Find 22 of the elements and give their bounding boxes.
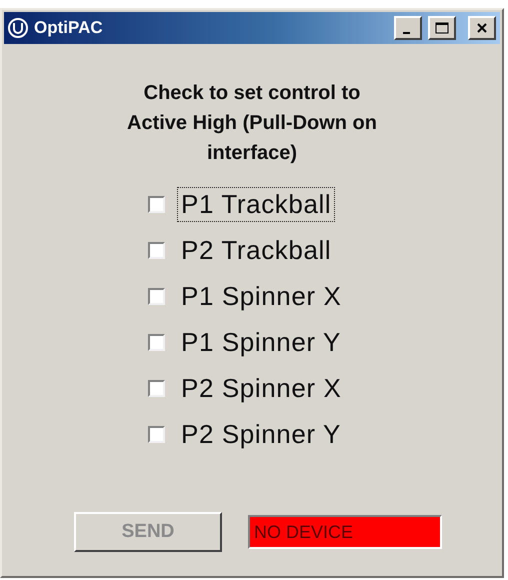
checkbox-label[interactable]: P2 Spinner X [177,370,346,406]
checkbox-label[interactable]: P1 Trackball [177,186,336,222]
checkbox[interactable] [148,288,165,304]
checkbox[interactable] [148,334,165,350]
window-title: OptiPAC [34,18,103,38]
close-icon [476,22,488,34]
checkbox-label[interactable]: P1 Spinner Y [177,324,345,360]
checkbox[interactable] [148,242,165,258]
checkbox[interactable] [148,380,165,396]
checkbox-label[interactable]: P2 Trackball [177,232,336,268]
minimize-icon [402,32,410,34]
checkbox-label[interactable]: P2 Spinner Y [177,416,345,452]
status-indicator: NO DEVICE [248,515,442,549]
maximize-button[interactable] [428,16,456,40]
logo-icon [8,18,28,38]
checkbox[interactable] [148,426,165,442]
instruction-text: Check to set control to Active High (Pull-Down on interface) [126,81,378,166]
checkbox[interactable] [148,196,165,212]
maximize-icon [435,22,449,34]
close-button[interactable] [468,16,496,40]
checkbox-label[interactable]: P1 Spinner X [177,278,346,314]
minimize-button[interactable] [394,16,422,40]
